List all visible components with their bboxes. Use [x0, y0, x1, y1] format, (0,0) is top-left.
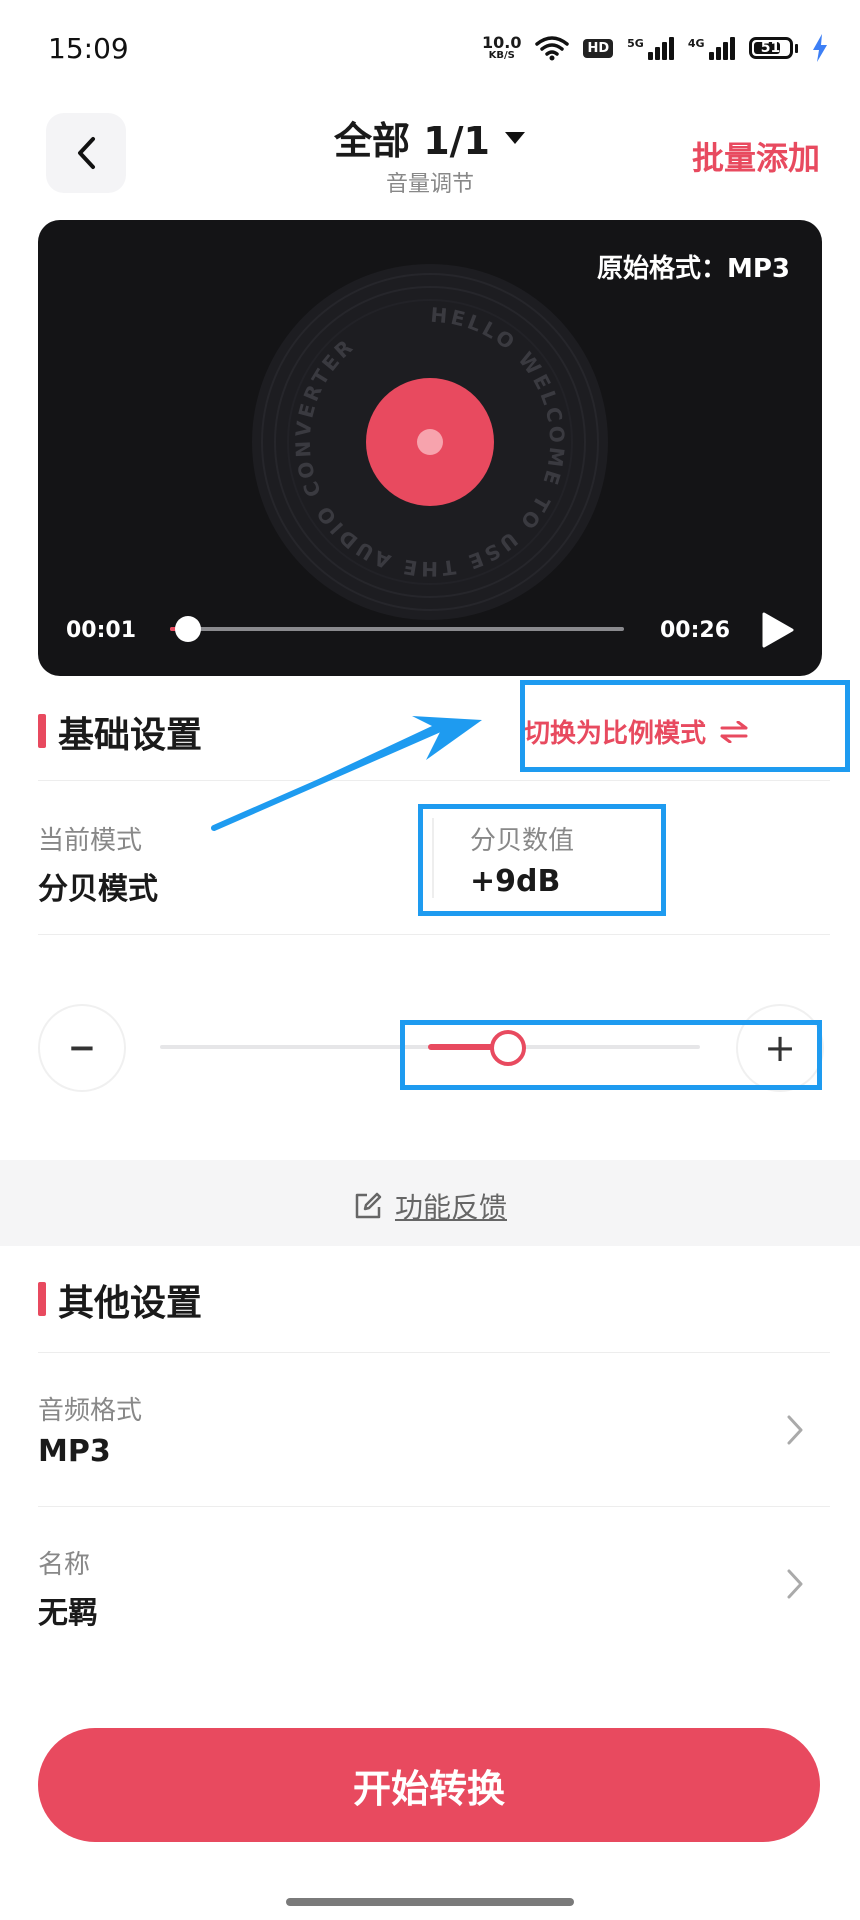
caret-down-icon	[505, 131, 525, 144]
chevron-right-icon	[787, 1569, 803, 1599]
highlight-box-switch-mode	[520, 680, 850, 772]
seek-bar-thumb[interactable]	[175, 616, 202, 642]
original-format-label: 原始格式：MP3	[596, 254, 790, 284]
battery-icon: 51	[748, 37, 798, 59]
batch-add-button[interactable]: 批量添加	[692, 133, 820, 179]
mode-value: 分贝模式	[38, 872, 158, 907]
audio-player: 原始格式：MP3 HELLO WELCOME TO USE THE AUDIO …	[38, 220, 822, 676]
status-icons: 10.0 KB/S HD 5G 4G 51	[482, 30, 828, 66]
start-convert-button[interactable]: 开始转换	[38, 1728, 820, 1842]
highlight-box-slider	[400, 1020, 822, 1090]
audio-format-label: 音频格式	[38, 1396, 143, 1426]
mode-label: 当前模式	[38, 826, 143, 856]
decrease-button[interactable]: −	[40, 1006, 124, 1090]
minus-icon: −	[67, 1028, 97, 1068]
section-accent-bar	[38, 714, 46, 748]
page-title: 全部 1/1	[334, 119, 490, 163]
charging-bolt-icon	[812, 34, 827, 62]
status-time: 15:09	[48, 32, 129, 65]
file-name-value: 无羁	[38, 1596, 98, 1631]
other-settings-title: 其他设置	[58, 1283, 203, 1324]
signal-5g-icon: 5G	[627, 36, 674, 60]
feedback-label: 功能反馈	[394, 1191, 507, 1224]
file-name-label: 名称	[38, 1550, 91, 1580]
basic-settings-title: 基础设置	[58, 715, 203, 756]
chevron-right-icon	[787, 1415, 803, 1445]
seek-bar-track[interactable]	[170, 627, 624, 631]
feedback-link[interactable]: 功能反馈	[0, 1186, 860, 1226]
network-speed-value: 10.0	[482, 33, 522, 52]
signal-5g-label: 5G	[627, 36, 644, 50]
home-indicator	[286, 1898, 574, 1906]
hd-badge: HD	[583, 38, 614, 58]
network-speed: 10.0 KB/S	[482, 35, 521, 61]
wifi-icon	[535, 36, 570, 61]
edit-icon	[355, 1192, 382, 1219]
section-accent-bar	[38, 1282, 46, 1316]
network-speed-unit: KB/S	[488, 50, 515, 61]
file-name-row[interactable]: 名称 无羁	[0, 1506, 860, 1660]
audio-format-row[interactable]: 音频格式 MP3	[0, 1352, 860, 1506]
audio-format-value: MP3	[38, 1434, 111, 1469]
signal-4g-label: 4G	[687, 36, 705, 50]
total-time: 00:26	[660, 618, 731, 643]
vinyl-disc-icon: HELLO WELCOME TO USE THE AUDIO CONVERTER	[252, 264, 608, 620]
divider	[38, 934, 830, 935]
battery-level: 51	[760, 40, 781, 56]
annotation-arrow	[211, 716, 482, 831]
play-icon[interactable]	[756, 610, 796, 650]
signal-4g-icon: 4G	[687, 36, 735, 60]
current-time: 00:01	[66, 618, 137, 643]
